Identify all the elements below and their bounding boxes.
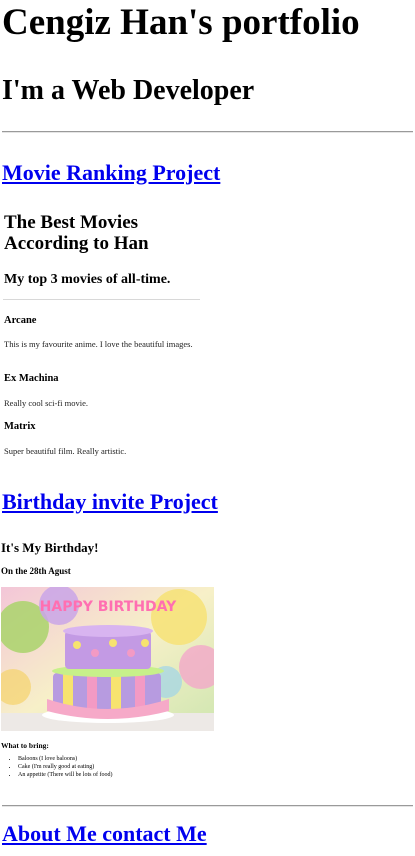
bring-list: Baloons (I love baloons) Cake (I'm reall… bbox=[8, 755, 112, 780]
list-item: Baloons (I love baloons) bbox=[18, 755, 112, 763]
page-subtitle: I'm a Web Developer bbox=[2, 75, 255, 106]
preview-heading: The Best Movies According to Han bbox=[4, 212, 149, 254]
svg-text:HAPPY BIRTHDAY: HAPPY BIRTHDAY bbox=[40, 599, 177, 615]
divider bbox=[2, 805, 413, 807]
movie-description: Really cool sci-fi movie. bbox=[4, 398, 89, 408]
list-item: An appetite (There will be lots of food) bbox=[18, 771, 112, 779]
birthday-invite-project-link[interactable]: Birthday invite Project bbox=[2, 489, 218, 515]
movie-title: Matrix bbox=[4, 421, 36, 432]
movie-title: Arcane bbox=[4, 315, 37, 326]
birthday-cake-image: HAPPY BIRTHDAY bbox=[1, 587, 214, 731]
movie-description: This is my favourite anime. I love the b… bbox=[4, 339, 193, 349]
movie-title: Ex Machina bbox=[4, 373, 59, 384]
invite-date: On the 28th Agust bbox=[1, 566, 71, 576]
preview-subheading: My top 3 movies of all-time. bbox=[4, 272, 171, 287]
about-me-contact-link[interactable]: About Me contact Me bbox=[2, 821, 207, 847]
invite-heading: It's My Birthday! bbox=[1, 540, 99, 555]
movie-ranking-project-link[interactable]: Movie Ranking Project bbox=[2, 160, 220, 186]
preview-divider bbox=[3, 299, 200, 300]
divider bbox=[2, 131, 413, 133]
movie-description: Super beautiful film. Really artistic. bbox=[4, 446, 127, 456]
list-item: Cake (I'm really good at eating) bbox=[18, 763, 112, 771]
bring-label: What to bring: bbox=[1, 741, 49, 750]
page-title: Cengiz Han's portfolio bbox=[2, 2, 360, 43]
